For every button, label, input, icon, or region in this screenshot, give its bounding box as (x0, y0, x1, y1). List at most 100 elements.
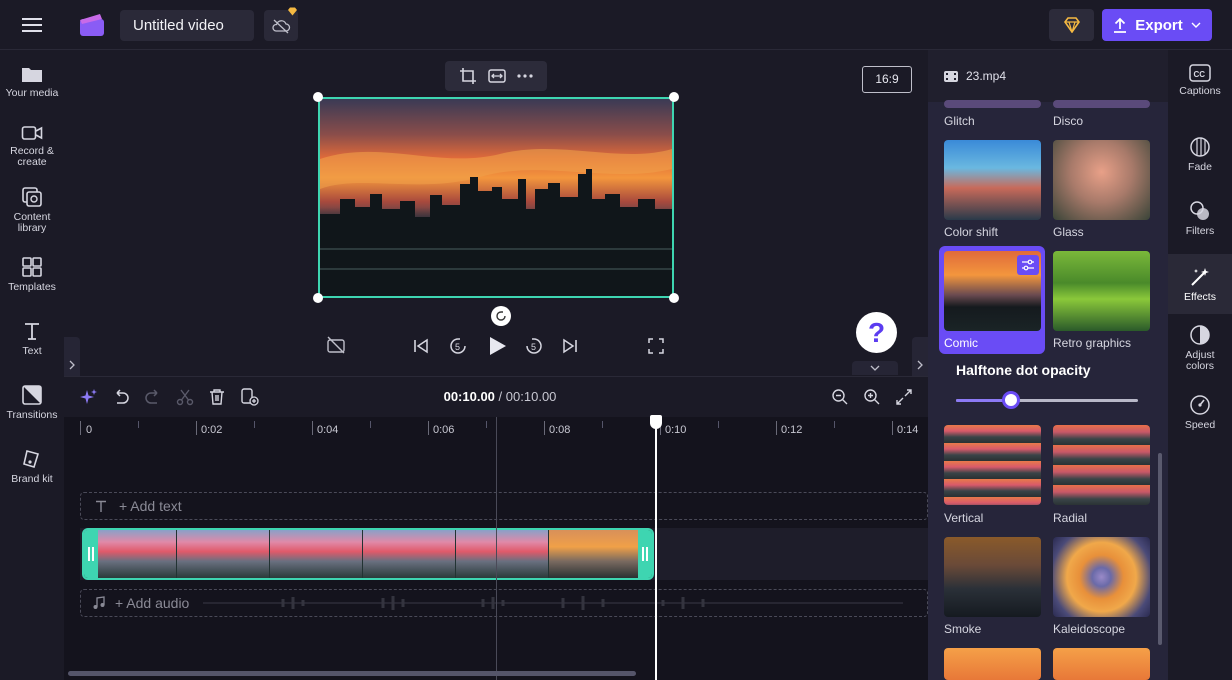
templates-icon (22, 257, 42, 277)
toolbar-item-fade[interactable]: Fade (1168, 136, 1232, 173)
sidebar-item-your-media[interactable]: Your media (0, 64, 64, 99)
undo-icon[interactable] (112, 388, 130, 406)
svg-text:5: 5 (531, 342, 536, 352)
add-text-track[interactable]: + Add text (80, 492, 928, 520)
sidebar-item-templates[interactable]: Templates (0, 256, 64, 293)
clip-thumbnail (177, 530, 270, 578)
premium-button[interactable] (1049, 9, 1094, 41)
more-options-icon[interactable] (517, 74, 533, 78)
effect-tile-glitch-thumbnail[interactable] (944, 100, 1041, 108)
panel-header: 23.mp4 (928, 50, 1168, 102)
play-icon[interactable] (486, 335, 508, 357)
fit-icon[interactable] (488, 68, 506, 84)
ruler-label: 0:02 (201, 424, 223, 436)
timeline-horizontal-scrollbar[interactable] (68, 671, 636, 676)
rewind-5-icon[interactable]: 5 (447, 335, 469, 357)
transitions-icon (22, 385, 42, 405)
camera-off-icon[interactable] (326, 336, 346, 354)
effect-label: Glitch (944, 114, 975, 128)
redo-icon[interactable] (144, 388, 162, 406)
current-time: 00:10.00 (443, 389, 495, 404)
premium-gem-icon (287, 7, 298, 16)
effects-panel-scrollbar[interactable] (1158, 453, 1162, 645)
export-button[interactable]: Export (1102, 9, 1212, 41)
app-logo-icon (78, 12, 106, 38)
effect-label: Disco (1053, 114, 1084, 128)
ruler-label: 0:12 (781, 424, 803, 436)
sidebar-item-content-library[interactable]: Content library (0, 186, 64, 234)
toolbar-item-speed[interactable]: Speed (1168, 394, 1232, 431)
city-skyline-image (320, 149, 672, 296)
rotate-handle-icon[interactable] (491, 306, 511, 326)
project-title-input[interactable]: Untitled video (120, 10, 254, 41)
svg-text:CC: CC (1194, 70, 1206, 79)
effects-wand-icon (1191, 268, 1209, 286)
adjust-colors-icon (1190, 325, 1210, 345)
clip-trim-left-handle[interactable] (84, 530, 98, 578)
slider-title: Halftone dot opacity (956, 362, 1091, 378)
effect-tile-vertical[interactable] (944, 425, 1041, 505)
resize-handle-top-left[interactable] (313, 92, 323, 102)
effect-tile-next[interactable] (1053, 648, 1150, 680)
ruler-label: 0:04 (317, 424, 339, 436)
hover-cursor-line (496, 417, 497, 680)
music-note-icon (93, 596, 105, 609)
toolbar-item-effects[interactable]: Effects (1168, 266, 1232, 303)
text-icon (96, 500, 106, 512)
effect-tile-smoke[interactable] (944, 537, 1041, 617)
chevron-down-icon (870, 365, 880, 371)
halftone-opacity-slider-thumb[interactable] (1002, 391, 1020, 409)
help-button[interactable]: ? (856, 312, 897, 353)
crop-icon[interactable] (459, 67, 477, 85)
sidebar-item-record-create[interactable]: Record & create (0, 124, 64, 168)
clip-trim-right-handle[interactable] (638, 530, 652, 578)
toolbar-item-filters[interactable]: Filters (1168, 200, 1232, 237)
video-clip[interactable] (82, 528, 654, 580)
skip-to-end-icon[interactable] (561, 337, 579, 355)
effect-tile-disco-thumbnail[interactable] (1053, 100, 1150, 108)
scissors-icon[interactable] (176, 388, 194, 406)
effect-tile-kaleidoscope[interactable] (1053, 537, 1150, 617)
aspect-ratio-button[interactable]: 16:9 (862, 66, 912, 93)
fit-timeline-icon[interactable] (895, 388, 913, 406)
menu-icon[interactable] (14, 12, 50, 38)
effect-label-selected: Comic (944, 336, 979, 350)
collapse-timeline-button[interactable] (852, 361, 898, 375)
effect-tile-retro-graphics[interactable] (1053, 251, 1150, 331)
sidebar-item-text[interactable]: Text (0, 320, 64, 357)
zoom-out-icon[interactable] (831, 388, 849, 406)
resize-handle-top-right[interactable] (669, 92, 679, 102)
ruler-label: 0:06 (433, 424, 455, 436)
ai-sparkle-icon[interactable] (80, 388, 98, 406)
sidebar-item-transitions[interactable]: Transitions (0, 384, 64, 421)
effect-tile-color-shift[interactable] (944, 140, 1041, 220)
playhead-handle[interactable] (650, 415, 662, 429)
timecode-display: 00:10.00 / 00:10.00 (420, 389, 580, 404)
effect-label: Radial (1053, 511, 1088, 525)
timeline-ruler[interactable]: 0 0:02 0:04 0:06 0:08 0:10 0:12 0:14 (80, 417, 928, 443)
time-separator: / (498, 389, 503, 404)
add-audio-track[interactable]: + Add audio (80, 589, 928, 617)
effect-label: Color shift (944, 225, 999, 239)
effect-tile-radial[interactable] (1053, 425, 1150, 505)
fullscreen-icon[interactable] (647, 337, 665, 355)
clip-thumbnail (456, 530, 549, 578)
video-preview[interactable] (318, 97, 674, 298)
zoom-in-icon[interactable] (863, 388, 881, 406)
trash-icon[interactable] (208, 388, 226, 406)
chevron-right-icon (917, 360, 923, 370)
effect-tile-next[interactable] (944, 648, 1041, 680)
adjust-effect-button[interactable] (1017, 255, 1039, 275)
forward-5-icon[interactable]: 5 (523, 335, 545, 357)
toolbar-item-adjust-colors[interactable]: Adjust colors (1168, 324, 1232, 372)
add-text-label: + Add text (119, 498, 182, 514)
effect-tile-glass[interactable] (1053, 140, 1150, 220)
skip-to-start-icon[interactable] (412, 337, 430, 355)
text-icon (25, 323, 39, 340)
duplicate-icon[interactable] (240, 388, 260, 406)
playhead[interactable] (655, 417, 657, 680)
resize-handle-bottom-right[interactable] (669, 293, 679, 303)
toolbar-item-captions[interactable]: CC Captions (1168, 64, 1232, 97)
resize-handle-bottom-left[interactable] (313, 293, 323, 303)
sidebar-item-brand-kit[interactable]: Brand kit (0, 448, 64, 485)
